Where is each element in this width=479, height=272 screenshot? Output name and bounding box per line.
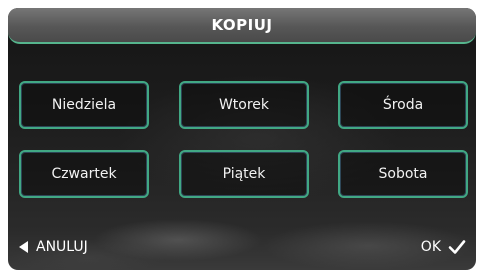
page-title: KOPIUJ [211, 16, 273, 34]
day-button-niedziela[interactable]: Niedziela [19, 81, 149, 129]
day-button-piatek[interactable]: Piątek [179, 150, 309, 198]
back-arrow-icon [19, 241, 28, 253]
cancel-button[interactable]: ANULUJ [19, 237, 88, 257]
title-bar: KOPIUJ [8, 8, 476, 44]
day-button-wtorek[interactable]: Wtorek [179, 81, 309, 129]
copy-dialog: KOPIUJ Niedziela Wtorek Środa Czwartek P… [8, 8, 476, 270]
day-button-sobota[interactable]: Sobota [338, 150, 468, 198]
day-button-sroda[interactable]: Środa [338, 81, 468, 129]
cancel-label: ANULUJ [36, 239, 88, 255]
check-icon [448, 240, 466, 254]
day-button-czwartek[interactable]: Czwartek [19, 150, 149, 198]
ok-label: OK [420, 239, 441, 255]
ok-button[interactable]: OK [421, 237, 466, 257]
